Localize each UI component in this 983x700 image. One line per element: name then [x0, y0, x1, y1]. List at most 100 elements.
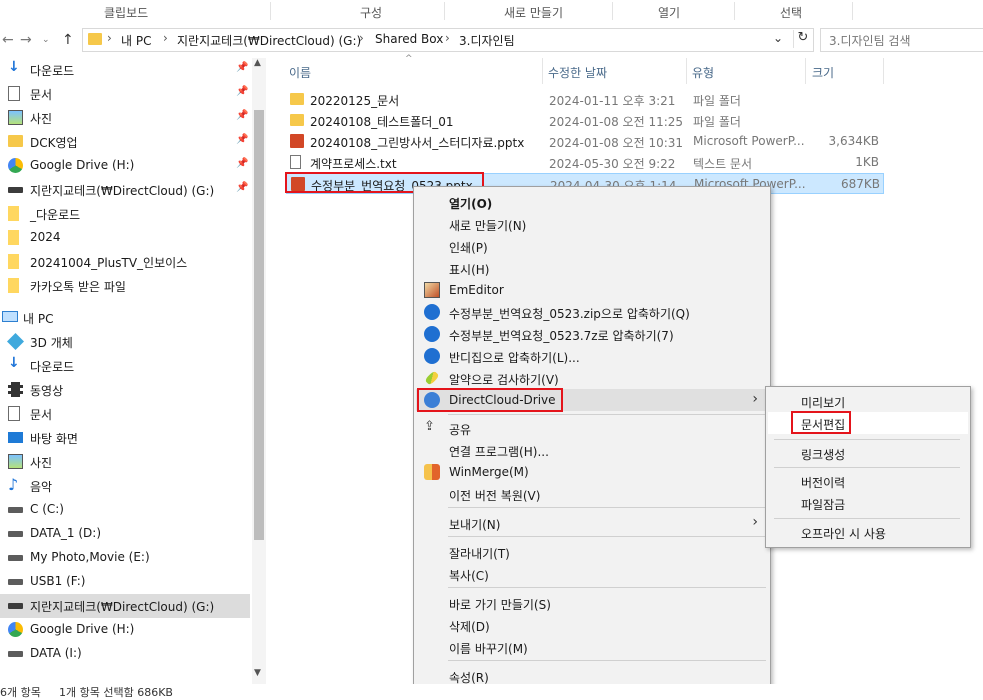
- menu-item-bandizip[interactable]: 반디집으로 압축하기(L)...: [416, 345, 768, 367]
- scroll-down-icon[interactable]: ▼: [254, 668, 261, 678]
- nav-item-desktop[interactable]: 바탕 화면: [0, 426, 250, 450]
- nav-item-dck-sales[interactable]: DCK영업 📌: [0, 130, 250, 154]
- menu-item-alyac-scan[interactable]: 알약으로 검사하기(V): [416, 367, 768, 389]
- menu-item-open[interactable]: 열기(O): [416, 191, 768, 213]
- nav-item-documents[interactable]: 문서: [0, 402, 250, 426]
- desktop-icon: [8, 432, 23, 443]
- menu-item-copy[interactable]: 복사(C): [416, 563, 768, 585]
- up-arrow-icon[interactable]: ↑: [62, 32, 74, 48]
- nav-item-drive-f[interactable]: USB1 (F:): [0, 570, 250, 594]
- submenu-preview[interactable]: 미리보기: [768, 390, 968, 412]
- nav-item-downloads[interactable]: ↓ 다운로드: [0, 354, 250, 378]
- nav-item-directcloud-quick[interactable]: 지란지교테크(₩DirectCloud) (G:) 📌: [0, 178, 250, 202]
- context-menu: 열기(O) 새로 만들기(N) 인쇄(P) 표시(H) EmEditor 수정부…: [413, 186, 771, 692]
- column-type[interactable]: 유형: [692, 64, 714, 81]
- file-row[interactable]: 20220125_문서 2024-01-11 오후 3:21 파일 폴더: [286, 89, 884, 110]
- ribbon-group-labels: 클립보드 구성 새로 만들기 열기 선택: [0, 0, 983, 23]
- pin-icon[interactable]: 📌: [236, 86, 248, 97]
- nav-item-plustv-invoice[interactable]: 20241004_PlusTV_인보이스: [0, 250, 250, 274]
- nav-item-downloads-quick[interactable]: ↓ 다운로드 📌: [0, 58, 250, 82]
- folder-icon: [8, 135, 23, 147]
- nav-scrollbar-thumb[interactable]: [254, 110, 264, 540]
- menu-item-delete[interactable]: 삭제(D): [416, 614, 768, 636]
- nav-item-drive-d[interactable]: DATA_1 (D:): [0, 522, 250, 546]
- nav-item-directcloud[interactable]: 지란지교테크(₩DirectCloud) (G:): [0, 594, 250, 618]
- nav-item-drive-i[interactable]: DATA (I:): [0, 642, 250, 666]
- pin-icon[interactable]: 📌: [236, 134, 248, 145]
- nav-item-this-pc[interactable]: 내 PC: [0, 306, 250, 330]
- menu-item-show[interactable]: 표시(H): [416, 257, 768, 279]
- nav-item-music[interactable]: ♪ 음악: [0, 474, 250, 498]
- menu-item-create-shortcut[interactable]: 바로 가기 만들기(S): [416, 592, 768, 614]
- back-arrow-icon[interactable]: ←: [2, 32, 14, 48]
- nav-item-downloads-folder[interactable]: _다운로드: [0, 202, 250, 226]
- column-name[interactable]: 이름: [289, 64, 311, 81]
- column-date-modified[interactable]: 수정한 날짜: [548, 64, 607, 81]
- address-bar[interactable]: › 내 PC › 지란지교테크(₩DirectCloud) (G:) › Sha…: [82, 28, 814, 52]
- text-file-icon: [290, 155, 301, 169]
- nav-item-videos[interactable]: 동영상: [0, 378, 250, 402]
- nav-item-drive-e[interactable]: My Photo,Movie (E:): [0, 546, 250, 570]
- download-icon: ↓: [8, 355, 20, 371]
- nav-item-drive-c[interactable]: C (C:): [0, 498, 250, 522]
- folder-icon: [8, 230, 19, 245]
- menu-item-open-with[interactable]: 연결 프로그램(H)...: [416, 439, 768, 461]
- file-row[interactable]: 20240108_그린방사서_스터디자료.pptx 2024-01-08 오전 …: [286, 131, 884, 152]
- breadcrumb-pc[interactable]: 내 PC: [121, 32, 151, 49]
- menu-item-print[interactable]: 인쇄(P): [416, 235, 768, 257]
- breadcrumb-separator-icon: ›: [445, 31, 450, 45]
- nav-item-google-drive[interactable]: Google Drive (H:): [0, 618, 250, 642]
- pin-icon[interactable]: 📌: [236, 182, 248, 193]
- nav-item-3d-objects[interactable]: 3D 개체: [0, 330, 250, 354]
- column-size[interactable]: 크기: [812, 64, 834, 81]
- drive-icon: [8, 555, 23, 561]
- pin-icon[interactable]: 📌: [236, 110, 248, 121]
- search-placeholder: 3.디자인팀 검색: [829, 34, 911, 48]
- forward-arrow-icon[interactable]: →: [20, 32, 32, 48]
- refresh-icon[interactable]: ↻: [793, 30, 812, 48]
- menu-item-compress-7z[interactable]: 수정부분_번역요청_0523.7z로 압축하기(7): [416, 323, 768, 345]
- ribbon-clipboard[interactable]: 클립보드: [104, 4, 148, 21]
- nav-item-kakaotalk-files[interactable]: 카카오톡 받은 파일: [0, 274, 250, 298]
- nav-item-pictures-quick[interactable]: 사진 📌: [0, 106, 250, 130]
- ribbon-organize[interactable]: 구성: [360, 4, 382, 21]
- menu-item-cut[interactable]: 잘라내기(T): [416, 541, 768, 563]
- menu-item-new[interactable]: 새로 만들기(N): [416, 213, 768, 235]
- submenu-version-history[interactable]: 버전이력: [768, 470, 968, 492]
- file-row[interactable]: 20240108_테스트폴더_01 2024-01-08 오전 11:25 파일…: [286, 110, 884, 131]
- menu-item-restore-previous[interactable]: 이전 버전 복원(V): [416, 483, 768, 505]
- breadcrumb-separator-icon: ›: [163, 31, 168, 45]
- folder-icon: [88, 33, 102, 45]
- menu-item-send-to[interactable]: 보내기(N) ›: [416, 512, 768, 534]
- menu-item-rename[interactable]: 이름 바꾸기(M): [416, 636, 768, 658]
- ribbon-new[interactable]: 새로 만들기: [504, 4, 563, 21]
- menu-item-emeditor[interactable]: EmEditor: [416, 279, 768, 301]
- submenu-create-link[interactable]: 링크생성: [768, 442, 968, 464]
- breadcrumb-drive[interactable]: 지란지교테크(₩DirectCloud) (G:): [177, 32, 361, 49]
- pin-icon[interactable]: 📌: [236, 62, 248, 73]
- breadcrumb-shared-box[interactable]: Shared Box: [375, 32, 443, 46]
- recent-locations-chevron-icon[interactable]: ⌄: [42, 35, 50, 45]
- video-icon: [8, 382, 23, 397]
- nav-item-2024[interactable]: 2024: [0, 226, 250, 250]
- menu-item-compress-zip[interactable]: 수정부분_번역요청_0523.zip으로 압축하기(Q): [416, 301, 768, 323]
- ribbon-open[interactable]: 열기: [658, 4, 680, 21]
- menu-item-winmerge[interactable]: WinMerge(M): [416, 461, 768, 483]
- ribbon-select[interactable]: 선택: [780, 4, 802, 21]
- breadcrumb-separator-icon: ›: [107, 31, 112, 45]
- submenu-lock-file[interactable]: 파일잠금: [768, 492, 968, 514]
- nav-item-pictures[interactable]: 사진: [0, 450, 250, 474]
- menu-item-share[interactable]: ⇪ 공유: [416, 417, 768, 439]
- file-row[interactable]: 계약프로세스.txt 2024-05-30 오전 9:22 텍스트 문서 1KB: [286, 152, 884, 173]
- status-item-count: 6개 항목: [0, 686, 41, 699]
- bandizip-icon: [424, 304, 440, 320]
- nav-item-documents-quick[interactable]: 문서 📌: [0, 82, 250, 106]
- scroll-up-icon[interactable]: ▲: [254, 58, 261, 68]
- nav-item-google-drive-quick[interactable]: Google Drive (H:) 📌: [0, 154, 250, 178]
- breadcrumb-design-team[interactable]: 3.디자인팀: [459, 32, 515, 49]
- address-history-chevron-icon[interactable]: ⌄: [773, 31, 783, 45]
- network-drive-icon: [8, 603, 23, 609]
- search-input[interactable]: 3.디자인팀 검색: [820, 28, 983, 52]
- submenu-offline-use[interactable]: 오프라인 시 사용: [768, 521, 968, 543]
- pin-icon[interactable]: 📌: [236, 158, 248, 169]
